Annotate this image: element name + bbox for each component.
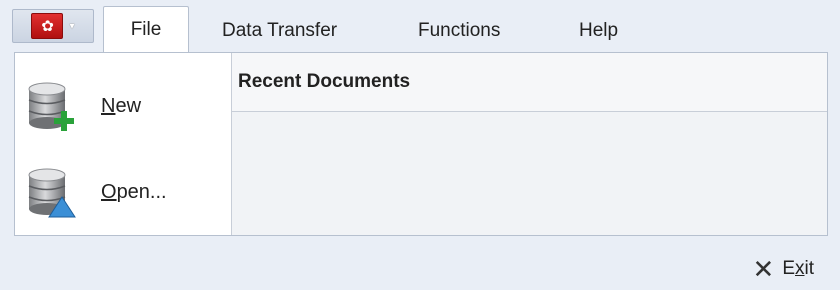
exit-button[interactable]: ✕ Exit xyxy=(753,256,814,282)
exit-label: Exit xyxy=(782,258,814,279)
open-button[interactable]: Open... xyxy=(25,161,221,223)
chevron-down-icon: ▾ xyxy=(69,20,75,32)
database-new-icon xyxy=(25,79,77,133)
backstage-footer: ✕ Exit xyxy=(0,236,840,290)
tab-file[interactable]: File xyxy=(103,6,189,52)
recent-documents-title: Recent Documents xyxy=(232,53,827,112)
recent-documents-pane: Recent Documents xyxy=(232,53,827,235)
close-icon: ✕ xyxy=(752,254,775,284)
app-logo-icon: ✿ xyxy=(31,13,64,39)
database-open-icon xyxy=(25,165,77,219)
new-label: New xyxy=(101,94,142,117)
app-menu-button[interactable]: ✿ ▾ xyxy=(12,9,94,43)
tab-data-transfer[interactable]: Data Transfer xyxy=(222,12,337,50)
ribbon: ✿ ▾ File Data Transfer Functions Help xyxy=(0,0,840,52)
tab-functions[interactable]: Functions xyxy=(418,12,500,50)
open-label: Open... xyxy=(101,180,167,203)
new-button[interactable]: New xyxy=(25,75,221,137)
tab-help[interactable]: Help xyxy=(579,12,618,50)
file-menu-list: New Open... xyxy=(15,53,232,235)
file-backstage-panel: New Open... Recent Documents xyxy=(14,52,828,236)
